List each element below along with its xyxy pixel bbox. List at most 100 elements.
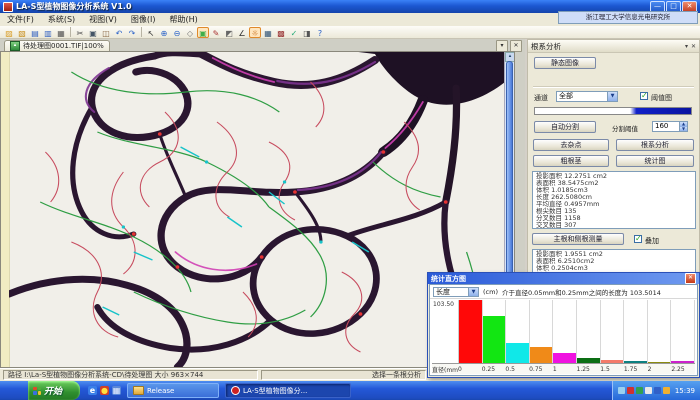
task-button-app[interactable]: LA-S型植物图像分... bbox=[225, 383, 351, 398]
open-icon[interactable]: ▨ bbox=[3, 27, 15, 38]
paste-icon[interactable]: ◫ bbox=[100, 27, 112, 38]
histogram-title: 统计直方图 bbox=[431, 274, 466, 284]
histogram-close-icon[interactable]: ✕ bbox=[685, 273, 696, 284]
zoom-in-icon[interactable]: ⊕ bbox=[158, 27, 170, 38]
document-tab[interactable]: ▴ 待处理图0001.TIF|100% bbox=[4, 40, 110, 51]
panel-close-icon[interactable]: ✕ bbox=[691, 43, 696, 50]
histogram-window[interactable]: 统计直方图 ✕ 长度 ▼ (cm) 介于直径0.05mm和0.25mm之间的长度… bbox=[427, 272, 700, 378]
pointer-icon[interactable]: ↖ bbox=[145, 27, 157, 38]
auto-segment-button[interactable]: 自动分割 bbox=[534, 121, 596, 133]
settings-icon[interactable]: ◨ bbox=[301, 27, 313, 38]
chevron-down-icon[interactable]: ▼ bbox=[468, 288, 478, 296]
menu-item-3[interactable]: 图像(I) bbox=[124, 13, 163, 26]
save-all-icon[interactable]: ▥ bbox=[42, 27, 54, 38]
overlay-label: 叠加 bbox=[645, 236, 659, 246]
task-label: LA-S型植物图像分... bbox=[243, 386, 307, 396]
histogram-bar bbox=[530, 347, 553, 363]
histogram-bin bbox=[601, 300, 625, 363]
channel-select[interactable]: 全部 ▼ bbox=[556, 91, 618, 102]
menu-item-0[interactable]: 文件(F) bbox=[0, 13, 41, 26]
cut-icon[interactable]: ✂ bbox=[74, 27, 86, 38]
copy-icon[interactable]: ▣ bbox=[87, 27, 99, 38]
help-icon[interactable]: ? bbox=[314, 27, 326, 38]
tray-icon-1[interactable] bbox=[618, 387, 625, 394]
histogram-bin bbox=[506, 300, 530, 363]
folder-icon bbox=[133, 386, 144, 395]
internet-explorer-icon[interactable]: e bbox=[88, 386, 97, 395]
x-tick-label: 0 bbox=[458, 366, 482, 373]
print-icon[interactable]: ▦ bbox=[55, 27, 67, 38]
histogram-bin bbox=[648, 300, 672, 363]
document-tab-label: 待处理图0001.TIF|100% bbox=[23, 41, 104, 51]
main-root-measure-button[interactable]: 主根和侧根测量 bbox=[532, 233, 624, 245]
tray-icon-6[interactable] bbox=[663, 387, 670, 394]
separator bbox=[533, 86, 694, 88]
check-icon[interactable]: ✓ bbox=[288, 27, 300, 38]
menu-item-4[interactable]: 帮助(H) bbox=[163, 13, 205, 26]
toolbar-separator bbox=[141, 27, 142, 37]
tray-icon-3[interactable] bbox=[636, 387, 643, 394]
panel-menu-icon[interactable]: ▾ bbox=[685, 43, 688, 50]
threshold-map-checkbox[interactable] bbox=[640, 92, 648, 100]
x-tick-label: 1 bbox=[553, 366, 577, 373]
image-icon[interactable]: ▣ bbox=[197, 27, 209, 38]
menu-item-1[interactable]: 系统(S) bbox=[41, 13, 82, 26]
edit-icon[interactable]: ✎ bbox=[210, 27, 222, 38]
spin-down-icon[interactable]: ▼ bbox=[679, 127, 687, 132]
panel-title: 根系分析 bbox=[531, 41, 561, 52]
x-tick-label: 2 bbox=[648, 366, 672, 373]
static-image-button[interactable]: 静态图像 bbox=[534, 57, 596, 69]
save-icon[interactable]: ▤ bbox=[29, 27, 41, 38]
stats-chart-button[interactable]: 统计图 bbox=[616, 155, 694, 167]
x-tick-label: 0.25 bbox=[482, 366, 506, 373]
channel-value: 全部 bbox=[557, 92, 607, 101]
histogram-info: 介于直径0.05mm和0.25mm之间的长度为 103.5014 bbox=[502, 287, 661, 297]
affiliation-label: 浙江理工大学信息光电研究所 bbox=[558, 11, 698, 24]
coarse-root-button[interactable]: 粗根茎 bbox=[533, 155, 609, 167]
grid-icon[interactable]: ▦ bbox=[262, 27, 274, 38]
metric-value: 长度 bbox=[434, 288, 468, 296]
x-tick-label: 1.25 bbox=[577, 366, 601, 373]
chevron-down-icon[interactable]: ▼ bbox=[607, 92, 617, 101]
histogram-bin bbox=[459, 300, 483, 363]
menu-item-2[interactable]: 视图(V) bbox=[82, 13, 124, 26]
tray-icon-4[interactable] bbox=[645, 387, 652, 394]
application-window: LA-S型植物图像分析系统 V1.0 — □ ✕ 文件(F)系统(S)视图(V)… bbox=[0, 0, 700, 400]
toolbar: ▨▧▤▥▦✂▣◫↶↷↖⊕⊖◇▣✎◩∠☼▦▩✓◨? bbox=[0, 26, 700, 39]
pan-icon[interactable]: ◇ bbox=[184, 27, 196, 38]
x-tick-label: 0.5 bbox=[505, 366, 529, 373]
x-tick-label: 2.25 bbox=[671, 366, 695, 373]
task-button-release[interactable]: Release bbox=[127, 383, 219, 398]
show-desktop-icon[interactable]: ▦ bbox=[112, 386, 121, 395]
chart-icon[interactable]: ▩ bbox=[275, 27, 287, 38]
measure-icon[interactable]: ∠ bbox=[236, 27, 248, 38]
tray-icon-2[interactable] bbox=[627, 387, 634, 394]
overlay-checkbox[interactable] bbox=[634, 235, 642, 243]
x-tick-label: 0.75 bbox=[529, 366, 553, 373]
metric-select[interactable]: 长度 ▼ bbox=[433, 287, 479, 297]
analyze-icon[interactable]: ☼ bbox=[249, 27, 261, 38]
histogram-title-bar[interactable]: 统计直方图 ✕ bbox=[428, 273, 699, 284]
results-all-textarea[interactable]: 投影面积 12.2751 cm2 表面积 38.5475cm2 体积 1.018… bbox=[532, 171, 696, 229]
status-hint: 选择一条根分析 bbox=[261, 370, 426, 380]
root-analysis-button[interactable]: 根系分析 bbox=[616, 139, 694, 151]
histogram-x-axis: 直径(mm) 00.250.50.7511.251.51.7522.25 bbox=[432, 363, 695, 374]
system-tray: 15:39 bbox=[612, 381, 700, 400]
undo-icon[interactable]: ↶ bbox=[113, 27, 125, 38]
denoise-button[interactable]: 去杂点 bbox=[533, 139, 609, 151]
window-title: LA-S型植物图像分析系统 V1.0 bbox=[16, 1, 132, 12]
threshold-gradient-bar[interactable] bbox=[534, 107, 692, 115]
panel-header[interactable]: 根系分析 ▾ ✕ bbox=[528, 40, 699, 53]
x-axis-label: 直径(mm) bbox=[432, 365, 458, 374]
media-player-icon[interactable]: ● bbox=[100, 386, 109, 395]
open-folder-icon[interactable]: ▧ bbox=[16, 27, 28, 38]
tray-icon-5[interactable] bbox=[654, 387, 661, 394]
histogram-bin bbox=[553, 300, 577, 363]
zoom-out-icon[interactable]: ⊖ bbox=[171, 27, 183, 38]
start-button[interactable]: 开始 bbox=[28, 381, 80, 400]
threshold-spinner[interactable]: 160 ▲ ▼ bbox=[652, 121, 688, 132]
image-file-icon: ▴ bbox=[10, 41, 20, 51]
redo-icon[interactable]: ↷ bbox=[126, 27, 138, 38]
analysis-panel: 根系分析 ▾ ✕ 静态图像 通道 全部 ▼ 阈值图 自动分割 分割阈值 160 … bbox=[527, 39, 700, 285]
threshold-icon[interactable]: ◩ bbox=[223, 27, 235, 38]
